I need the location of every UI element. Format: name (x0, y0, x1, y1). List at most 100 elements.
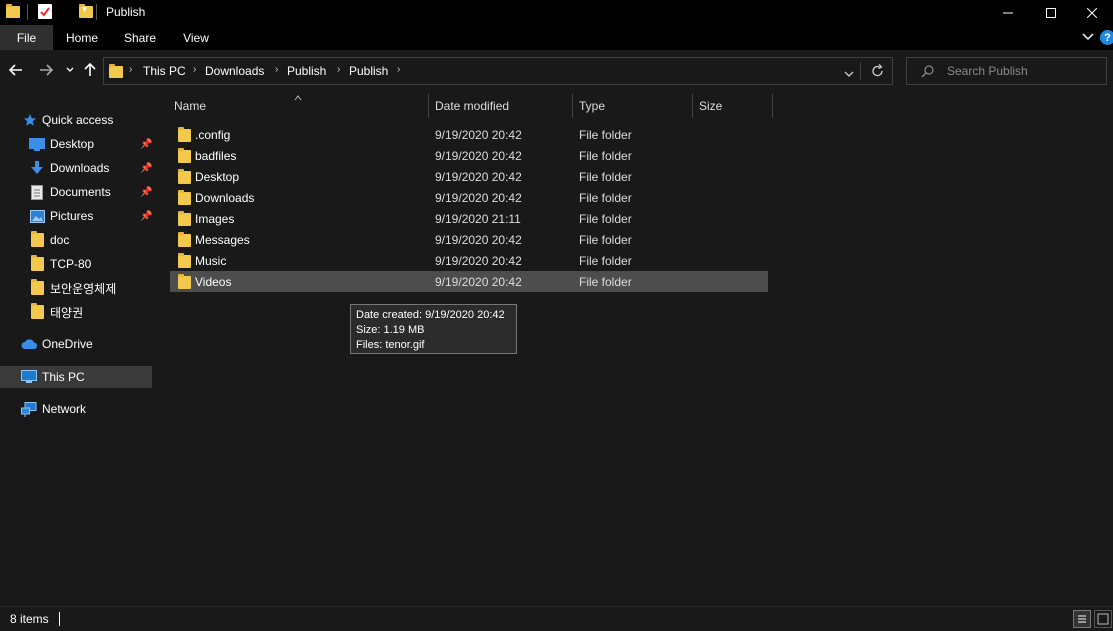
sidebar-item-sun-zone[interactable]: 태양권 (0, 301, 152, 323)
sidebar-item-network[interactable]: Network (0, 398, 152, 420)
table-row[interactable]: Downloads 9/19/2020 20:42 File folder (170, 187, 768, 208)
column-divider[interactable] (428, 94, 429, 118)
window-title: Publish (106, 5, 146, 19)
sidebar-item-label: Documents (50, 185, 111, 199)
sidebar-item-label: Network (42, 402, 87, 416)
sidebar-item-label: Desktop (50, 137, 95, 151)
tab-file[interactable]: File (0, 25, 53, 50)
file-type: File folder (579, 275, 632, 289)
document-icon (29, 184, 45, 200)
forward-button[interactable] (36, 60, 56, 80)
sidebar-item-label: Pictures (50, 209, 94, 223)
search-placeholder: Search Publish (947, 64, 1028, 78)
tab-view[interactable]: View (178, 25, 214, 50)
properties-icon[interactable] (38, 4, 52, 19)
back-button[interactable] (6, 60, 26, 80)
column-header-date-modified[interactable]: Date modified (435, 90, 575, 122)
folder-icon (178, 190, 191, 205)
sidebar-item-security-os[interactable]: 보안운영체제 (0, 277, 152, 299)
pictures-icon (29, 209, 45, 223)
sidebar-item-documents[interactable]: Documents 📌 (0, 181, 152, 203)
breadcrumb-separator-icon[interactable]: › (397, 64, 400, 75)
pin-icon[interactable]: 📌 (140, 211, 152, 222)
breadcrumb-this-pc[interactable]: This PC (143, 64, 186, 78)
file-name: Downloads (195, 191, 255, 205)
column-divider[interactable] (772, 94, 773, 118)
expand-ribbon-icon[interactable] (1082, 31, 1094, 45)
table-row[interactable]: Music 9/19/2020 20:42 File folder (170, 250, 768, 271)
file-date: 9/19/2020 20:42 (435, 149, 522, 163)
column-header-size[interactable]: Size (699, 90, 769, 122)
close-button[interactable] (1071, 0, 1113, 25)
column-header-type[interactable]: Type (579, 90, 689, 122)
search-input[interactable]: Search Publish (906, 57, 1107, 85)
file-type: File folder (579, 254, 632, 268)
file-type: File folder (579, 149, 632, 163)
pin-icon[interactable]: 📌 (140, 139, 152, 150)
file-name: Images (195, 212, 235, 226)
address-history-dropdown-icon[interactable] (844, 67, 854, 81)
recent-locations-button[interactable] (60, 60, 80, 80)
title-divider-2 (96, 4, 97, 20)
file-date: 9/19/2020 20:42 (435, 254, 522, 268)
table-row[interactable]: Images 9/19/2020 21:11 File folder (170, 208, 768, 229)
table-row-hovered[interactable]: Videos 9/19/2020 20:42 File folder (170, 271, 768, 292)
folder-icon (178, 211, 191, 226)
tab-share[interactable]: Share (120, 25, 160, 50)
file-name: .config (195, 128, 231, 142)
breadcrumb-publish-current[interactable]: Publish (349, 64, 388, 78)
pin-icon[interactable]: 📌 (140, 187, 152, 198)
pin-icon[interactable]: 📌 (140, 163, 152, 174)
column-divider[interactable] (692, 94, 693, 118)
search-icon (921, 65, 934, 81)
breadcrumb-separator-icon[interactable]: › (193, 64, 196, 75)
breadcrumb-publish[interactable]: Publish (287, 64, 326, 78)
sidebar-item-this-pc[interactable]: This PC (0, 366, 152, 388)
breadcrumb-downloads[interactable]: Downloads (205, 64, 264, 78)
quick-access-toolbar-dropdown-icon[interactable]: ▾ (82, 4, 87, 15)
details-view-button[interactable] (1073, 610, 1091, 628)
app-folder-icon (6, 4, 20, 18)
sidebar-item-tcp-80[interactable]: TCP-80 (0, 253, 152, 275)
maximize-button[interactable] (1028, 0, 1074, 25)
breadcrumb-separator-icon[interactable]: › (275, 64, 278, 75)
navigation-pane: Quick access Desktop 📌 Downloads 📌 Docum… (0, 90, 155, 606)
sidebar-item-label: TCP-80 (50, 257, 92, 271)
tab-home[interactable]: Home (62, 25, 102, 50)
column-divider[interactable] (572, 94, 573, 118)
sidebar-item-pictures[interactable]: Pictures 📌 (0, 205, 152, 227)
sidebar-item-label: OneDrive (42, 337, 93, 351)
download-arrow-icon (29, 161, 45, 175)
file-name: Desktop (195, 170, 240, 184)
file-name: Messages (195, 233, 250, 247)
table-row[interactable]: badfiles 9/19/2020 20:42 File folder (170, 145, 768, 166)
sidebar-item-quick-access[interactable]: Quick access (0, 109, 152, 131)
sidebar-item-downloads[interactable]: Downloads 📌 (0, 157, 152, 179)
address-bar[interactable]: › This PC › Downloads › Publish › Publis… (103, 57, 893, 85)
up-button[interactable] (80, 60, 100, 80)
title-bar: ▾ Publish (0, 0, 1113, 25)
folder-icon (29, 255, 45, 271)
sidebar-item-doc[interactable]: doc (0, 229, 152, 251)
sidebar-item-onedrive[interactable]: OneDrive (0, 333, 152, 355)
minimize-button[interactable] (985, 0, 1031, 25)
breadcrumb-separator-icon[interactable]: › (337, 64, 340, 75)
large-icons-view-button[interactable] (1094, 610, 1112, 628)
cloud-icon (21, 337, 37, 351)
folder-tooltip: Date created: 9/19/2020 20:42 Size: 1.19… (350, 304, 517, 354)
breadcrumb-separator-icon[interactable]: › (129, 64, 132, 75)
refresh-icon[interactable] (871, 64, 884, 81)
table-row[interactable]: Messages 9/19/2020 20:42 File folder (170, 229, 768, 250)
file-name: Music (195, 254, 227, 268)
file-type: File folder (579, 191, 632, 205)
sidebar-item-desktop[interactable]: Desktop 📌 (0, 133, 152, 155)
sidebar-item-label: Quick access (42, 113, 114, 127)
sidebar-item-label: 태양권 (50, 305, 84, 320)
help-icon[interactable]: ? (1100, 30, 1113, 45)
status-divider (59, 612, 60, 626)
column-header-name[interactable]: Name (174, 90, 428, 122)
table-row[interactable]: Desktop 9/19/2020 20:42 File folder (170, 166, 768, 187)
sidebar-item-label: doc (50, 233, 70, 247)
table-row[interactable]: .config 9/19/2020 20:42 File folder (170, 124, 768, 145)
file-name: badfiles (195, 149, 237, 163)
